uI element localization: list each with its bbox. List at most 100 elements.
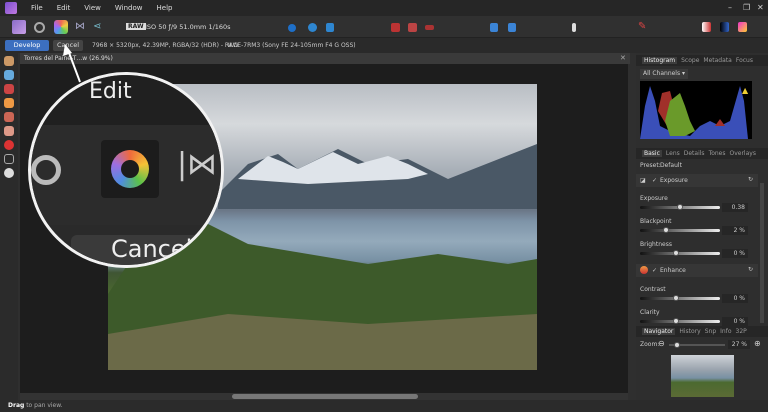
reset-icon[interactable]: ↻ (748, 266, 753, 273)
horizontal-scrollbar[interactable] (20, 393, 628, 400)
slider-contrast[interactable] (640, 295, 720, 301)
tab-navigator[interactable]: Navigator (642, 328, 676, 335)
slider-knob[interactable] (673, 250, 679, 256)
export-persona-icon[interactable]: ⋖ (93, 20, 107, 34)
view-mirror-icon[interactable] (326, 23, 334, 32)
tab-lens[interactable]: Lens (666, 150, 680, 157)
tab-scope[interactable]: Scope (681, 57, 699, 64)
red-eye-tool-icon[interactable] (4, 84, 14, 94)
slider-value[interactable]: 0 % (722, 317, 748, 326)
right-panels: Histogram Scope Metadata Focus All Chann… (636, 53, 768, 400)
develop-persona-icon[interactable] (54, 20, 68, 34)
minimize-icon[interactable]: – (728, 3, 732, 12)
slider-brightness[interactable] (640, 250, 720, 256)
slider-blackpoint[interactable] (640, 227, 720, 233)
liquify-persona-icon[interactable] (34, 22, 45, 33)
blemish-tool-icon[interactable] (4, 98, 14, 108)
slider-label: Clarity (640, 309, 660, 316)
exif-info: ISO 50 ƒ/9 51.0mm 1/160s (145, 23, 231, 31)
navigator-tabs: Navigator History Snp Info 32P (636, 326, 768, 337)
histogram-tabs: Histogram Scope Metadata Focus (636, 55, 768, 66)
colour-clip-icon[interactable] (738, 22, 747, 32)
document-tab[interactable]: Torres del Paine-T…w (26.9%) (20, 53, 630, 64)
crop-tool-icon[interactable] (4, 154, 14, 164)
tab-history[interactable]: History (679, 328, 700, 335)
status-bar: Drag to pan view. (0, 400, 768, 412)
enhance-section[interactable]: ✓ Enhance ↻ (636, 264, 758, 277)
tab-basic[interactable]: Basic (642, 150, 662, 157)
slider-knob[interactable] (673, 318, 679, 324)
clipping-icon[interactable] (391, 23, 400, 32)
tab-histogram[interactable]: Histogram (642, 57, 678, 64)
histogram-chart: ▲ (640, 81, 752, 139)
tab-tones[interactable]: Tones (709, 150, 726, 157)
shadow-clip-view-icon[interactable] (720, 22, 729, 32)
view-split-icon[interactable] (308, 23, 317, 32)
compare-icon[interactable] (508, 23, 516, 32)
slider-knob[interactable] (663, 227, 670, 233)
shadow-clip-icon[interactable] (425, 25, 434, 30)
scroll-thumb[interactable] (232, 394, 418, 399)
menu-help[interactable]: Help (157, 4, 173, 12)
red-eye-icon[interactable]: ✎ (638, 20, 652, 34)
tab-info[interactable]: Info (720, 328, 731, 335)
tab-32p[interactable]: 32P (736, 328, 747, 335)
tab-snapshots[interactable]: Snp (705, 328, 716, 335)
develop-tabs: Basic Lens Details Tones Overlays (636, 148, 768, 159)
zoom-tool-icon[interactable] (4, 70, 14, 80)
status-bold: Drag (8, 402, 25, 409)
slider-value[interactable]: 0 % (722, 249, 748, 258)
exposure-section[interactable]: ◪ ✓ Exposure ↻ (636, 174, 758, 187)
restore-icon[interactable]: ❐ (743, 3, 750, 12)
overlay-gradient-icon[interactable] (4, 140, 14, 150)
exposure-checkbox[interactable]: ✓ (652, 177, 657, 184)
tone-clip-icon[interactable] (702, 22, 711, 32)
preset-select[interactable]: Default (660, 162, 682, 169)
develop-button[interactable]: Develop (5, 40, 49, 51)
zoom-slider[interactable] (669, 342, 725, 348)
menu-file[interactable]: File (31, 4, 43, 12)
navigator-thumbnail[interactable] (671, 355, 734, 397)
menu-edit[interactable]: Edit (57, 4, 71, 12)
show-original-icon[interactable] (490, 23, 498, 32)
channel-select[interactable]: All Channels ▾ (640, 69, 688, 79)
persona-photo-icon[interactable] (12, 20, 26, 34)
menu-view[interactable]: View (84, 4, 101, 12)
slider-value[interactable]: 2 % (722, 226, 748, 235)
hand-tool-icon[interactable] (4, 56, 14, 66)
toolbar: ⋈ ⋖ RAW ISO 50 ƒ/9 51.0mm 1/160s ✎ (0, 16, 768, 38)
zoom-out-icon[interactable]: ⊖ (658, 339, 665, 348)
slider-clarity[interactable] (640, 318, 720, 324)
zoom-slider-knob[interactable] (674, 342, 680, 348)
white-balance-icon[interactable] (4, 168, 14, 178)
tab-details[interactable]: Details (684, 150, 705, 157)
tab-overlays[interactable]: Overlays (730, 150, 756, 157)
close-icon[interactable]: ✕ (757, 3, 764, 12)
close-document-icon[interactable]: ✕ (620, 54, 626, 62)
reset-icon[interactable]: ↻ (748, 176, 753, 183)
highlight-clip-icon[interactable] (408, 23, 417, 32)
slider-exposure[interactable] (640, 204, 720, 210)
overlay-erase-icon[interactable] (4, 126, 14, 136)
panel-scrollbar[interactable] (760, 183, 764, 323)
slider-value[interactable]: 0 % (722, 294, 748, 303)
enhance-icon (640, 266, 648, 274)
slider-label: Contrast (640, 286, 666, 293)
menu-window[interactable]: Window (115, 4, 143, 12)
enhance-checkbox[interactable]: ✓ (652, 267, 657, 274)
warning-icon: ▲ (742, 86, 749, 95)
tab-focus[interactable]: Focus (736, 57, 753, 64)
slider-value[interactable]: 0.38 (722, 203, 748, 212)
view-single-icon[interactable] (288, 24, 296, 32)
slider-knob[interactable] (677, 204, 683, 210)
tone-mapping-persona-icon[interactable]: ⋈ (75, 20, 89, 34)
slider-label: Brightness (640, 241, 672, 248)
slider-knob[interactable] (673, 295, 679, 301)
raw-badge: RAW (126, 23, 146, 30)
zoom-value[interactable]: 27 % (728, 340, 750, 349)
tab-metadata[interactable]: Metadata (703, 57, 731, 64)
zoom-in-icon[interactable]: ⊕ (754, 339, 761, 348)
slider-label: Exposure (640, 195, 668, 202)
brush-icon[interactable] (572, 23, 576, 32)
overlay-paint-icon[interactable] (4, 112, 14, 122)
